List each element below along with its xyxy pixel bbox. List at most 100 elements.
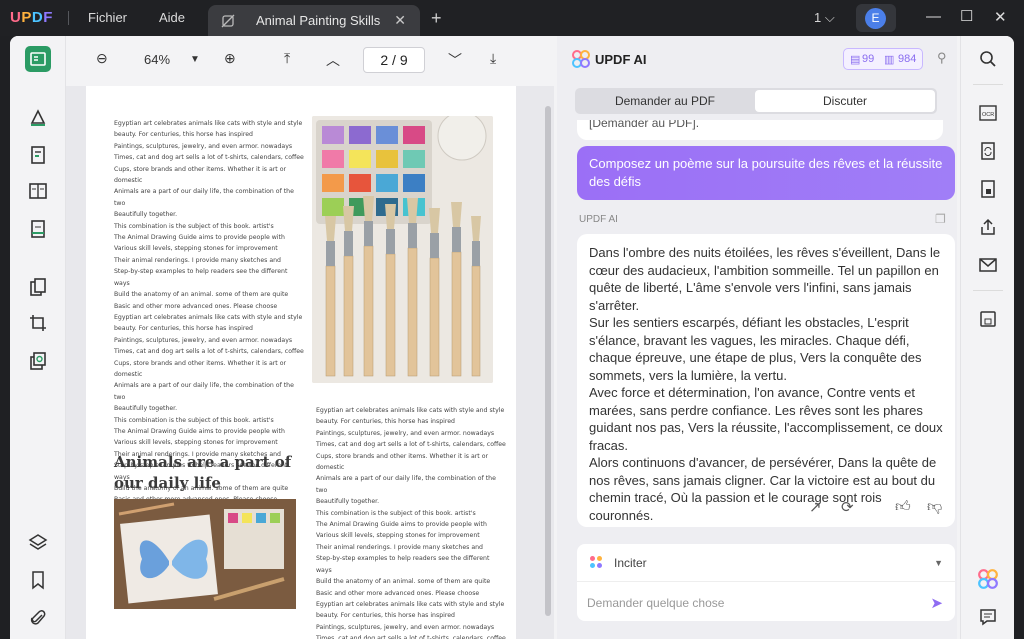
zoom-dropdown-icon[interactable]: ▼ xyxy=(190,54,200,65)
svg-text:OCR: OCR xyxy=(982,112,994,118)
pdf-text-line: beauty. For centuries, this horse has in… xyxy=(316,418,455,426)
pdf-text-line: Times, cat and dog art sells a lot of t-… xyxy=(316,635,506,639)
pdf-text-line: Animals are a part of our daily life, th… xyxy=(114,382,294,401)
close-tab-icon[interactable]: ✕ xyxy=(394,12,406,29)
zoom-out-icon[interactable]: ⊖ xyxy=(96,50,108,67)
close-window-icon[interactable]: ✕ xyxy=(994,8,1007,26)
pdf-text-line: Times, cat and dog art sells a lot of t-… xyxy=(114,348,304,356)
pdf-text-line: Paintings, sculptures, jewelry, and even… xyxy=(316,429,495,437)
minimize-icon[interactable]: — xyxy=(926,8,941,25)
convert-pdf-icon[interactable] xyxy=(977,140,999,162)
email-icon[interactable] xyxy=(977,254,999,276)
pdf-text-line: Paintings, sculptures, jewelry, and even… xyxy=(114,336,293,344)
pdf-text-line: Various skill levels, stepping stones fo… xyxy=(316,532,480,540)
prompt-composer: Inciter ▼ Demander quelque chose ➤ xyxy=(577,544,955,621)
answer-stanza: Sur les sentiers escarpés, défiant les o… xyxy=(589,315,922,383)
ai-answer-card: Dans l'ombre des nuits étoilées, les rêv… xyxy=(577,234,955,527)
new-tab-icon[interactable]: + xyxy=(431,8,442,29)
thumbs-up-icon[interactable]: 👍︎ xyxy=(895,498,911,516)
updf-ai-icon[interactable] xyxy=(977,568,999,590)
divider xyxy=(973,84,1003,85)
pdf-text-line: beauty. For centuries, this horse has in… xyxy=(316,612,455,620)
pdf-text-line: Paintings, sculptures, jewelry, and even… xyxy=(316,623,495,631)
pdf-heading: Animals are a part of our daily life xyxy=(114,453,292,492)
ai-mode-switch: Demander au PDF Discuter xyxy=(575,88,937,114)
zoom-level[interactable]: 64% xyxy=(144,52,170,67)
page-layout-icon[interactable] xyxy=(25,178,51,204)
updf-ai-logo-icon xyxy=(571,49,591,74)
pdf-text-line: Times, cat and dog art sells a lot of t-… xyxy=(114,154,304,162)
crop-icon[interactable] xyxy=(25,310,51,336)
prompt-selector[interactable]: Inciter ▼ xyxy=(577,544,955,582)
pdf-text-line: This combination is the subject of this … xyxy=(114,222,274,230)
last-page-icon[interactable]: ⤓ xyxy=(490,50,496,67)
pdf-text-line: This combination is the subject of this … xyxy=(114,416,274,424)
page-number-field[interactable]: 2 / 9 xyxy=(363,47,425,73)
chat-credit-icon: ▥ xyxy=(884,54,895,66)
right-toolbar: OCR xyxy=(960,36,1014,639)
pdf-text-line: The Animal Drawing Guide aims to provide… xyxy=(316,521,487,529)
app-frame: ⊖ 64% ▼ ⊕ ⤒ ︿ 2 / 9 ﹀ ⤓ Egyptian art cel… xyxy=(10,36,1014,639)
zoom-in-icon[interactable]: ⊕ xyxy=(224,50,236,67)
document-scrollbar[interactable] xyxy=(545,106,551,616)
reader-icon[interactable] xyxy=(25,46,51,72)
pin-icon[interactable]: ⚲ xyxy=(937,50,947,66)
menu-aide[interactable]: Aide xyxy=(159,10,185,25)
share-icon[interactable] xyxy=(977,216,999,238)
pdf-text-line: Their animal renderings. I provide many … xyxy=(114,256,281,264)
pdf-text-line: beauty. For centuries, this horse has in… xyxy=(114,131,253,139)
menu-fichier[interactable]: Fichier xyxy=(88,10,127,25)
divider xyxy=(973,290,1003,291)
pdf-text-line: Various skill levels, stepping stones fo… xyxy=(114,439,278,447)
ask-input[interactable]: Demander quelque chose xyxy=(587,596,724,610)
tab-ask-pdf[interactable]: Demander au PDF xyxy=(575,88,755,114)
edit-pdf-icon[interactable] xyxy=(25,142,51,168)
pdf-text-line: Various skill levels, stepping stones fo… xyxy=(114,245,278,253)
prompt-selector-label: Inciter xyxy=(614,556,647,570)
export-icon[interactable]: ↗ xyxy=(809,498,822,516)
pdf-text-line: Animals are a part of our daily life, th… xyxy=(114,188,294,207)
pdf-text-line: Beautifully together. xyxy=(316,498,380,506)
bookmark-icon[interactable] xyxy=(25,567,51,593)
answer-stanza: Dans l'ombre des nuits étoilées, les rêv… xyxy=(589,245,941,313)
ocr-icon[interactable]: OCR xyxy=(977,102,999,124)
chat-comment-icon[interactable] xyxy=(977,606,999,628)
thumbs-down-icon[interactable]: 👎︎ xyxy=(927,498,942,516)
pdf-text-line: Cups, store brands and other items. Whet… xyxy=(114,359,287,378)
comment-icon[interactable] xyxy=(25,104,51,130)
maximize-icon[interactable]: ☐ xyxy=(960,7,973,25)
next-page-icon[interactable]: ﹀ xyxy=(448,50,462,70)
credits-badge[interactable]: ▤ 99 ▥ 984 xyxy=(843,48,923,70)
account-button[interactable]: E xyxy=(856,4,896,32)
send-icon[interactable]: ➤ xyxy=(930,594,943,612)
pdf-text-line: Step-by-step examples to help readers se… xyxy=(114,268,288,287)
pdf-text-line: Animals are a part of our daily life, th… xyxy=(316,475,496,494)
copy-icon[interactable]: ❐ xyxy=(935,212,946,226)
regenerate-icon[interactable]: ⟳ xyxy=(841,498,854,516)
answer-stanza: Avec force et détermination, l'on avance… xyxy=(589,385,943,453)
updf-ai-panel: UPDF AI ▤ 99 ▥ 984 ⚲ Demander au PDF Dis… xyxy=(557,36,957,639)
previous-page-icon[interactable]: ︿ xyxy=(326,50,340,70)
window-count[interactable]: 1 ⌵ xyxy=(814,10,835,26)
search-icon[interactable] xyxy=(977,48,999,70)
butterfly-painting-image xyxy=(114,499,296,609)
pdf-right-column: Egyptian art celebrates animals like cat… xyxy=(316,405,506,639)
document-tab[interactable]: Animal Painting Skills ✕ xyxy=(208,5,420,36)
ai-panel-header: UPDF AI ▤ 99 ▥ 984 ⚲ xyxy=(557,36,957,84)
document-viewer[interactable]: Egyptian art celebrates animals like cat… xyxy=(66,86,554,639)
first-page-icon[interactable]: ⤒ xyxy=(284,50,290,67)
pdf-text-line: Their animal renderings. I provide many … xyxy=(316,543,483,551)
form-icon[interactable] xyxy=(25,216,51,242)
protect-icon[interactable] xyxy=(977,178,999,200)
pdf-text-line: Cups, store brands and other items. Whet… xyxy=(114,165,287,185)
user-message: Composez un poème sur la poursuite des r… xyxy=(577,146,955,200)
convert-icon[interactable] xyxy=(25,348,51,374)
pdf-text-line: Cups, store brands and other items. Whet… xyxy=(316,452,489,472)
tab-chat[interactable]: Discuter xyxy=(755,90,935,112)
attachment-icon[interactable] xyxy=(25,605,51,631)
document-toolbar: ⊖ 64% ▼ ⊕ ⤒ ︿ 2 / 9 ﹀ ⤓ xyxy=(66,36,554,86)
layers-icon[interactable] xyxy=(25,529,51,555)
save-icon[interactable] xyxy=(977,308,999,330)
prompt-dots-icon xyxy=(589,555,603,574)
organize-pages-icon[interactable] xyxy=(25,274,51,300)
